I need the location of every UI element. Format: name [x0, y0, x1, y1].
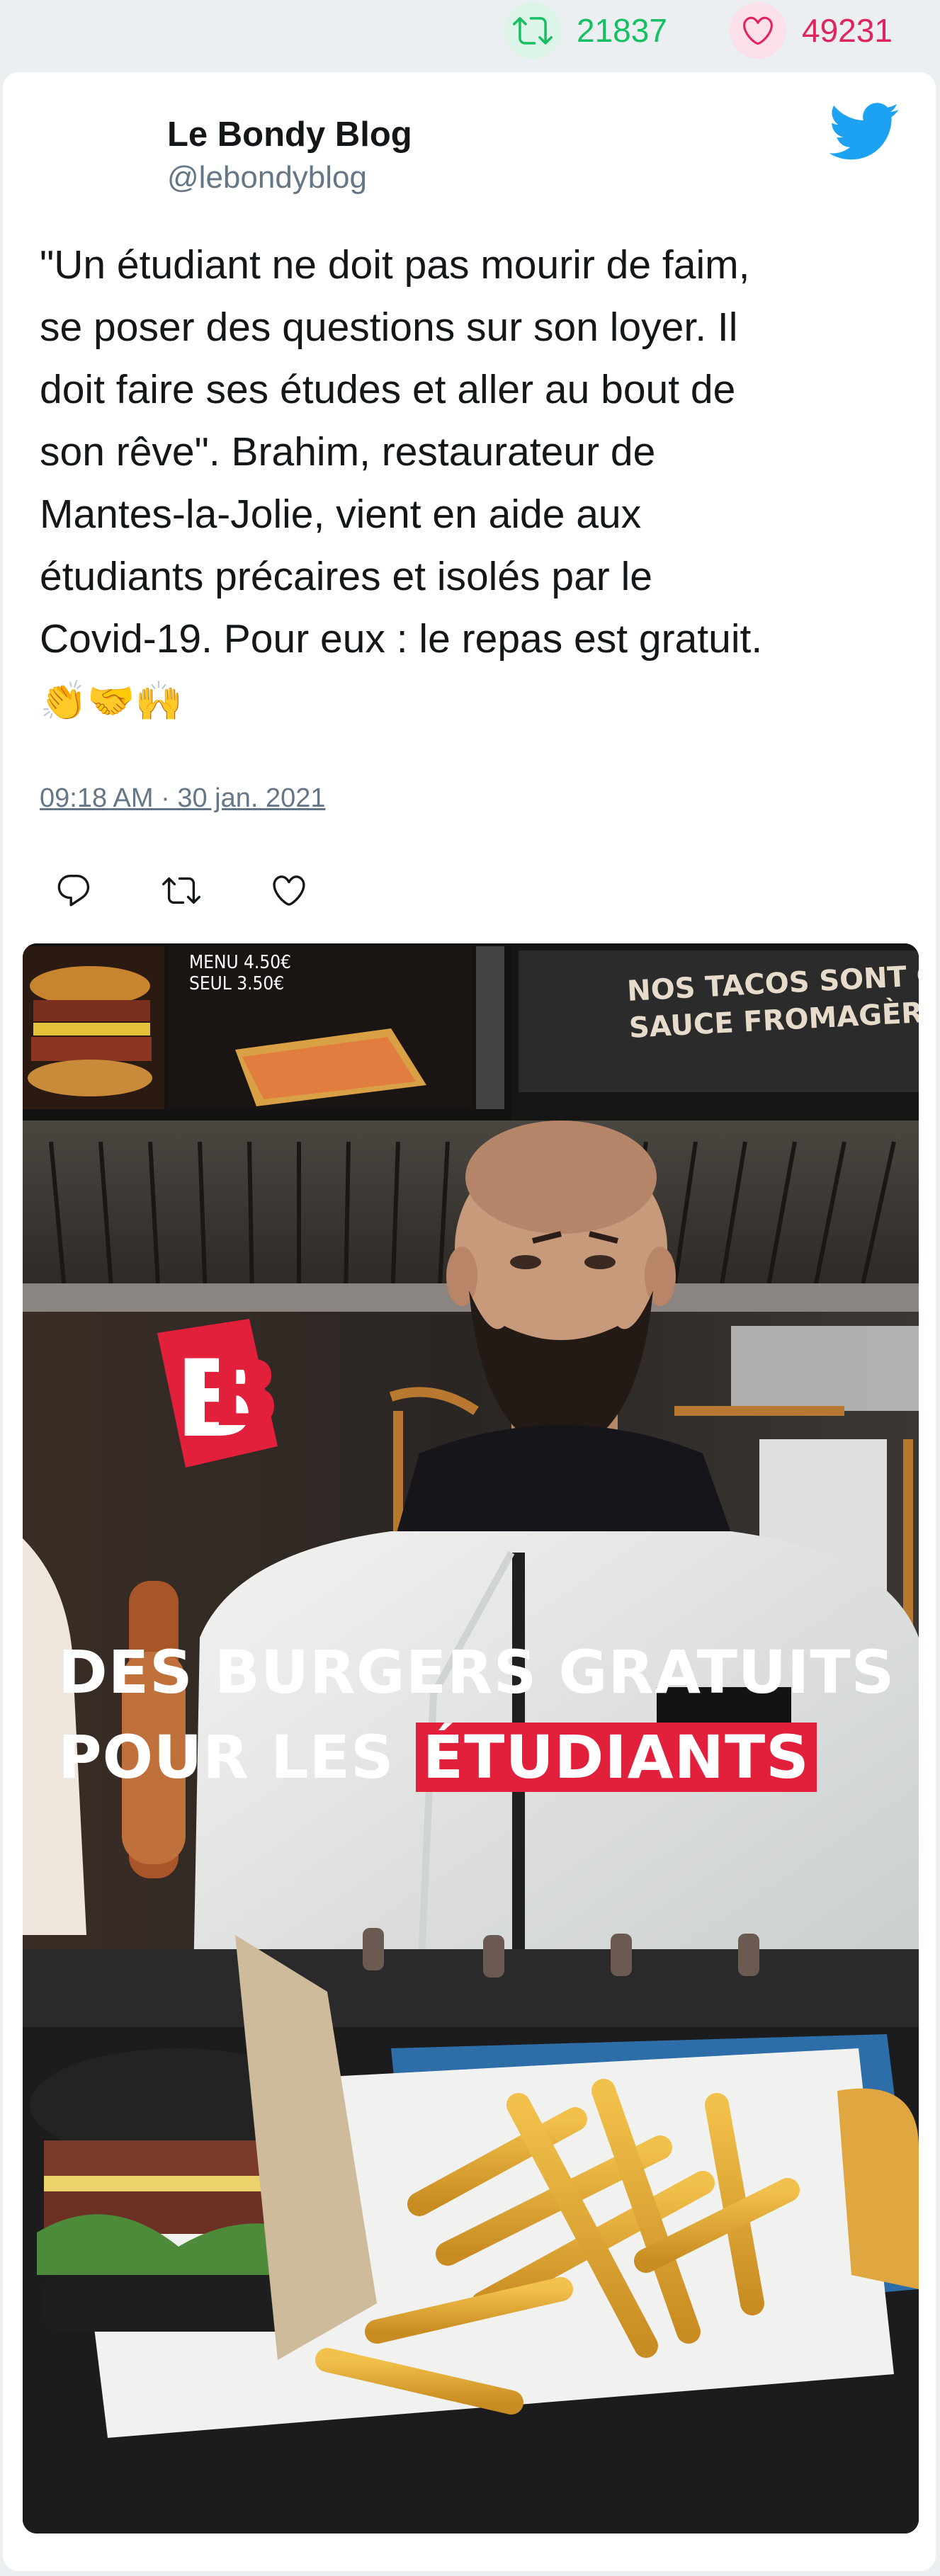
author-name[interactable]: Le Bondy Blog [167, 115, 412, 154]
menu-price-label: MENU 4.50€ SEUL 3.50€ [189, 952, 291, 994]
tweet-text-line: Covid-19. Pour eux : le repas est gratui… [40, 616, 763, 662]
tweet-timestamp[interactable]: 09:18 AM · 30 jan. 2021 [40, 783, 326, 814]
tweet-stats-bar: 21837 49231 [0, 0, 940, 71]
tweet-emojis: 👏🤝🙌 [40, 679, 183, 723]
overlay-headline-highlight: ÉTUDIANTS [415, 1723, 817, 1792]
menu-price-line: MENU 4.50€ [189, 952, 291, 973]
twitter-bird-icon[interactable] [829, 102, 900, 164]
tweet-text-line: son rêve". Brahim, restaurateur de [40, 429, 656, 475]
retweet-icon [504, 2, 561, 59]
tweet-media-photo[interactable]: B B MENU 4.50€ SEUL 3.50€ NOS TACOS SONT… [23, 943, 919, 2534]
overlay-headline-line1: DES BURGERS GRATUITS [58, 1638, 895, 1707]
like-icon [273, 875, 305, 906]
retweet-count-value: 21837 [577, 12, 667, 49]
tweet-text-line: "Un étudiant ne doit pas mourir de faim, [40, 242, 750, 288]
tweet-text-line: se poser des questions sur son loyer. Il [40, 305, 738, 350]
like-count-value: 49231 [802, 12, 893, 49]
svg-text:B: B [210, 1339, 281, 1447]
tweet-actions [40, 862, 323, 919]
author-handle[interactable]: @lebondyblog [167, 160, 367, 195]
tweet-text: "Un étudiant ne doit pas mourir de faim,… [40, 234, 897, 732]
overlay-headline-prefix: POUR LES [58, 1723, 395, 1792]
bondy-blog-logo: B B [157, 1319, 281, 1468]
reply-button[interactable] [40, 862, 108, 919]
tweet-text-line: étudiants précaires et isolés par le [40, 554, 652, 599]
overlay-headline-line2: POUR LES ÉTUDIANTS [58, 1723, 817, 1792]
menu-price-line: SEUL 3.50€ [189, 973, 285, 994]
like-button[interactable] [255, 862, 323, 919]
tweet-card: Le Bondy Blog @lebondyblog "Un étudiant … [3, 72, 936, 2571]
heart-icon [730, 2, 786, 59]
retweet-button[interactable] [147, 862, 215, 919]
retweet-icon [162, 877, 200, 904]
retweet-count[interactable]: 21837 [504, 2, 667, 59]
reply-icon [57, 875, 90, 907]
tweet-text-line: Mantes-la-Jolie, vient en aide aux [40, 492, 642, 537]
like-count[interactable]: 49231 [730, 2, 893, 59]
tweet-text-line: doit faire ses études et aller au bout d… [40, 367, 736, 412]
